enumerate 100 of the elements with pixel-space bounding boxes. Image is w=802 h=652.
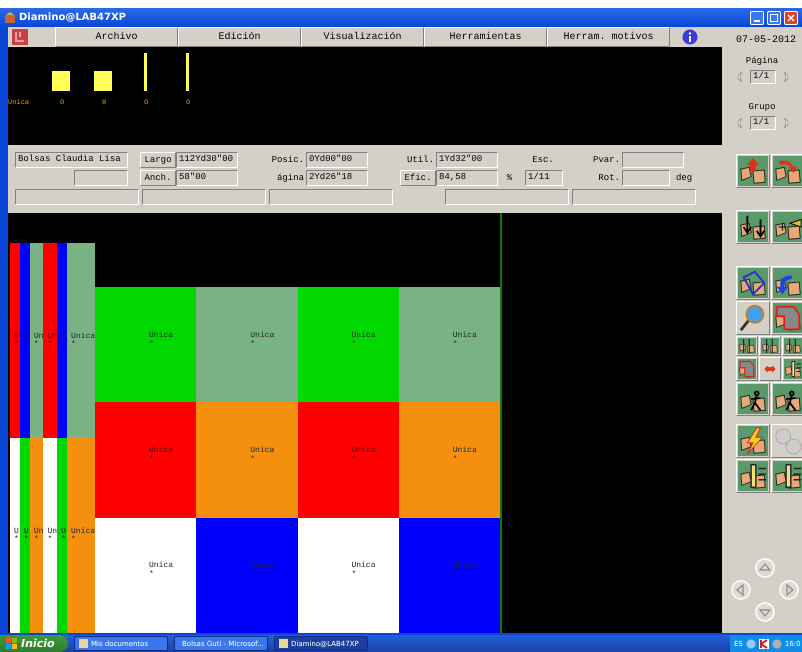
menu-item[interactable]: Archivo [55, 27, 178, 47]
piece-mark: * [47, 536, 54, 544]
piece-label: Unica [352, 446, 377, 455]
rot-field[interactable] [622, 170, 670, 186]
minimize-icon [754, 20, 760, 22]
posic-label: Posic. [272, 154, 305, 164]
tool-button[interactable] [771, 154, 802, 188]
maximize-button[interactable] [767, 10, 781, 24]
util-label: Util. [406, 154, 435, 164]
piece-mark: * [24, 340, 30, 348]
piece-mark: * [14, 536, 20, 544]
square-piece [52, 70, 70, 90]
anch-field[interactable]: 58"00 [176, 170, 238, 186]
esc-field[interactable]: 1/11 [525, 170, 563, 186]
largo-button[interactable]: Largo [140, 152, 176, 168]
app-icon [4, 12, 16, 24]
pagina-field[interactable]: 2Yd26"18 [306, 170, 368, 186]
anch-button[interactable]: Anch. [140, 170, 176, 186]
scroll-down-button[interactable] [754, 601, 776, 623]
tool-button[interactable] [736, 266, 770, 300]
pvar-field[interactable] [622, 152, 684, 168]
piece-mark: * [352, 454, 358, 464]
tray-icon [772, 638, 782, 648]
tool-button[interactable] [782, 357, 802, 381]
input-field[interactable] [74, 170, 128, 186]
piece-label: U [14, 332, 20, 340]
tool-button[interactable] [771, 301, 802, 335]
start-button[interactable]: Inicio [0, 635, 68, 652]
pieces-grid-icon [784, 359, 802, 379]
pieces-curved-arrow-icon [773, 156, 802, 186]
menu-item[interactable]: Edición [178, 27, 301, 47]
line-piece [144, 52, 147, 90]
tool-button[interactable] [736, 424, 770, 458]
pager-field[interactable]: 1/1 [750, 116, 776, 130]
piece-label: Unica [149, 446, 174, 455]
piece-label: Un [47, 332, 58, 340]
scroll-up-button[interactable] [754, 557, 776, 579]
piece-mark: * [149, 454, 155, 464]
pager-field[interactable]: 1/1 [750, 70, 776, 84]
piece-mark: * [149, 340, 155, 349]
pieces-grid-icon [773, 461, 802, 491]
piece-label: Unica [149, 561, 174, 570]
tool-button[interactable] [782, 336, 802, 356]
piece-mark: * [61, 536, 67, 544]
efic-button[interactable]: Efic. [400, 170, 436, 186]
scroll-right-button[interactable] [778, 579, 800, 601]
tool-button[interactable] [759, 336, 781, 356]
info-icon[interactable] [682, 29, 698, 45]
piece-mark: * [61, 340, 67, 348]
tool-button[interactable] [771, 459, 802, 493]
posic-field[interactable]: 0Yd00"00 [306, 152, 368, 168]
esc-label: Esc. [532, 154, 555, 164]
piece-label: U [24, 528, 30, 536]
scroll-left-button[interactable] [730, 579, 752, 601]
piece-label: Unica [452, 330, 478, 340]
menu-item[interactable]: Herram. motivos [547, 27, 670, 47]
piece-label: Unica [452, 561, 478, 570]
piece-mark: * [352, 570, 358, 580]
piece-label: U [61, 528, 67, 536]
windows-flag-icon [6, 638, 18, 650]
tool-button[interactable] [736, 301, 770, 335]
tool-button[interactable] [771, 382, 802, 416]
piece-label: Unica [352, 330, 377, 340]
close-button[interactable] [784, 10, 798, 24]
efic-field[interactable]: 84,58 [436, 170, 498, 186]
close-icon [787, 14, 795, 22]
tool-button[interactable] [771, 210, 802, 244]
shape-icon [738, 359, 756, 379]
piece-label: U [24, 332, 30, 340]
tool-button[interactable] [736, 210, 770, 244]
piece-mark: * [24, 536, 30, 544]
tool-button[interactable] [736, 459, 770, 493]
shape-icon [773, 303, 802, 333]
largo-field[interactable]: 112Yd30"00 [176, 152, 238, 168]
minimize-button[interactable] [750, 10, 764, 24]
piece-label: Un [34, 528, 44, 536]
piece-label: Unica [70, 332, 95, 340]
menu-item[interactable]: Visualización [301, 27, 424, 47]
piece-mark: * [149, 570, 155, 580]
curved-arrow-icon [773, 268, 802, 298]
lightning-icon [738, 426, 768, 456]
util-field[interactable]: 1Yd32"00 [436, 152, 498, 168]
tray-icon [746, 638, 756, 648]
menu-item[interactable]: Herramientas [424, 27, 547, 47]
piece-label: Unica [250, 561, 276, 570]
tool-button[interactable] [771, 266, 802, 300]
window-icon [79, 639, 88, 648]
deg-unit: deg [676, 172, 694, 182]
tool-button[interactable] [736, 357, 758, 381]
maximize-icon [770, 14, 778, 22]
app-logo-icon[interactable] [10, 27, 30, 47]
tool-button[interactable] [736, 336, 758, 356]
piece-mark: * [452, 340, 459, 349]
tool-button[interactable] [736, 154, 770, 188]
model-field[interactable]: Bolsas Claudia Lisa [15, 152, 128, 168]
tool-button[interactable] [736, 382, 770, 416]
piece-label: Un [47, 528, 58, 536]
piece-mark: * [452, 454, 459, 464]
piece-label: Unica [452, 446, 478, 455]
window-icon [279, 639, 288, 648]
